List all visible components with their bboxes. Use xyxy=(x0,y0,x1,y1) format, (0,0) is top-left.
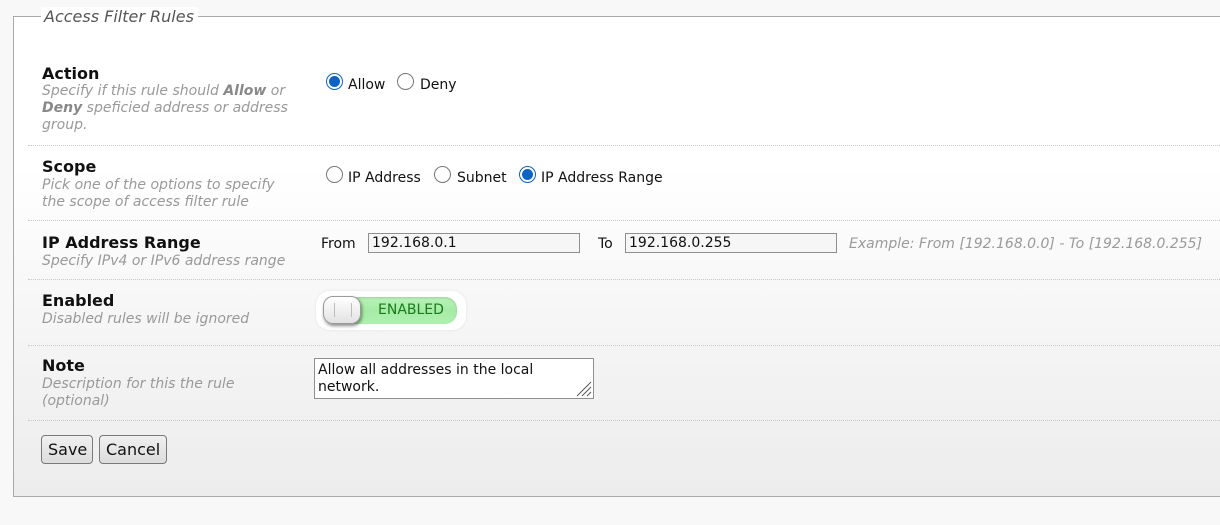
enabled-title: Enabled xyxy=(42,291,115,310)
toggle-state-label: ENABLED xyxy=(378,302,444,318)
note-text: Allow all addresses in the local network… xyxy=(318,362,534,395)
action-description: Specify if this rule should Allow or Den… xyxy=(42,83,288,133)
row-divider xyxy=(28,145,1220,146)
note-description: Description for this the rule (optional) xyxy=(42,376,235,409)
row-divider xyxy=(28,279,1220,280)
scope-subnet-radio[interactable] xyxy=(434,166,451,183)
action-deny-radio[interactable] xyxy=(397,73,414,90)
enabled-toggle-container: ENABLED xyxy=(316,291,466,330)
row-divider xyxy=(28,345,1220,346)
note-title: Note xyxy=(42,356,85,375)
scope-title: Scope xyxy=(42,157,97,176)
scope-ip-range-radio[interactable] xyxy=(519,166,536,183)
from-ip-input[interactable] xyxy=(368,233,580,253)
scope-description: Pick one of the options to specify the s… xyxy=(42,177,275,210)
fieldset-legend: Access Filter Rules xyxy=(41,7,198,27)
row-divider xyxy=(28,220,1220,221)
resize-grip-icon[interactable] xyxy=(574,379,592,397)
toggle-knob-icon[interactable] xyxy=(323,296,361,324)
to-ip-input[interactable] xyxy=(625,233,837,253)
enabled-toggle[interactable]: ENABLED xyxy=(323,296,457,324)
enabled-description: Disabled rules will be ignored xyxy=(42,311,250,327)
save-button[interactable]: Save xyxy=(41,435,93,464)
scope-ip-range-label[interactable]: IP Address Range xyxy=(541,170,663,187)
from-label: From xyxy=(321,236,356,252)
action-allow-label[interactable]: Allow xyxy=(348,77,385,94)
action-title: Action xyxy=(42,64,100,83)
cancel-button[interactable]: Cancel xyxy=(99,435,167,464)
row-divider xyxy=(28,420,1220,421)
ip-range-title: IP Address Range xyxy=(42,233,201,252)
scope-subnet-label[interactable]: Subnet xyxy=(457,170,507,187)
ip-range-description: Specify IPv4 or IPv6 address range xyxy=(42,253,286,269)
to-label: To xyxy=(598,236,613,252)
ip-range-example-hint: Example: From [192.168.0.0] - To [192.16… xyxy=(849,236,1203,252)
action-deny-label[interactable]: Deny xyxy=(420,77,457,94)
action-allow-radio[interactable] xyxy=(326,73,343,90)
scope-ip-address-radio[interactable] xyxy=(326,166,343,183)
note-textarea[interactable]: Allow all addresses in the local network… xyxy=(314,358,594,399)
scope-ip-address-label[interactable]: IP Address xyxy=(348,170,421,187)
